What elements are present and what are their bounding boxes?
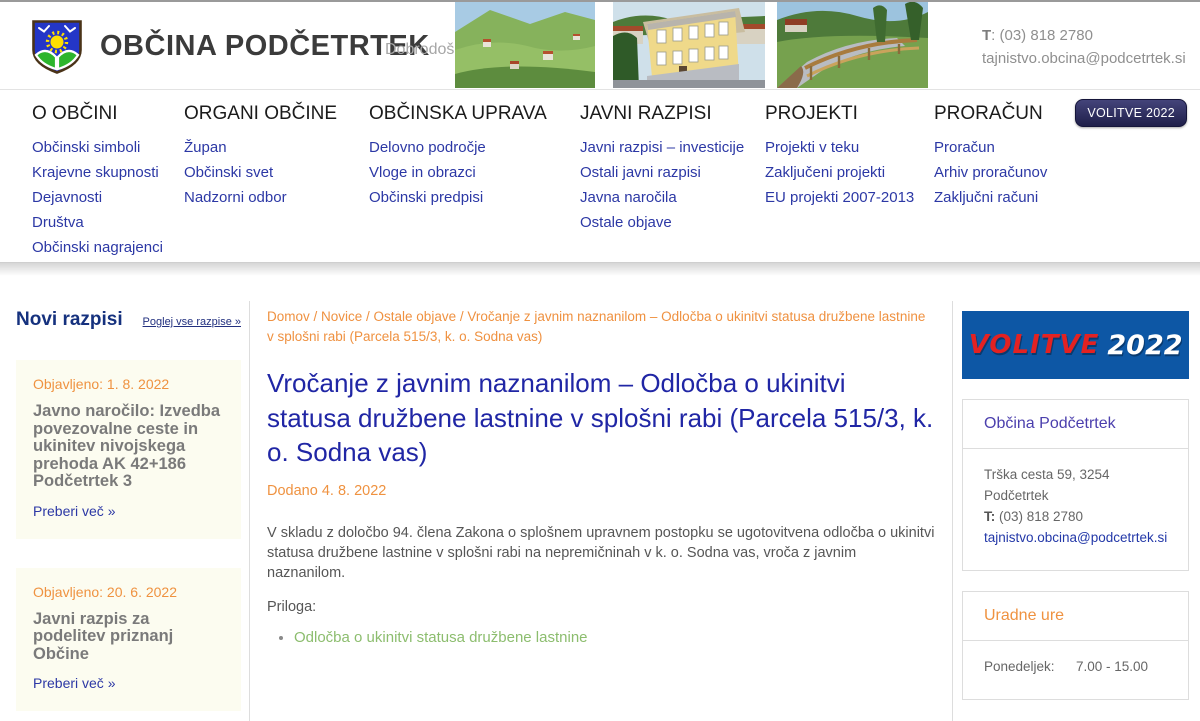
- nav-column-proracun: PRORAČUN Proračun Arhiv proračunov Zaklj…: [934, 101, 1094, 210]
- phone-label: T: [982, 27, 991, 44]
- contact-box-title[interactable]: Občina Podčetrtek: [963, 400, 1188, 449]
- tender-published-date: Objavljeno: 1. 8. 2022: [33, 376, 224, 392]
- attachment-list: Odločba o ukinitvi statusa družbene last…: [267, 629, 935, 646]
- article-body: V skladu z določbo 94. člena Zakona o sp…: [267, 523, 935, 583]
- nav-heading-projekti[interactable]: PROJEKTI: [765, 103, 934, 125]
- nav-link-zakljuceni-projekti[interactable]: Zaključeni projekti: [765, 160, 934, 185]
- nav-link-arhiv-proracunov[interactable]: Arhiv proračunov: [934, 160, 1094, 185]
- welcome-text: Dobrodošli: [385, 41, 455, 59]
- municipality-email-link[interactable]: tajnistvo.obcina@podcetrtek.si: [984, 527, 1167, 548]
- nav-heading-o-obcini[interactable]: O OBČINI: [32, 103, 184, 125]
- nav-link-nadzorni-odbor[interactable]: Nadzorni odbor: [184, 185, 369, 210]
- office-hours-time: 7.00 - 15.00: [1076, 656, 1148, 677]
- header-photo-municipal-building: [613, 2, 765, 88]
- nav-link-projekti-v-teku[interactable]: Projekti v teku: [765, 135, 934, 160]
- municipality-address: Trška cesta 59, 3254 Podčetrtek: [984, 464, 1167, 506]
- view-all-tenders-link[interactable]: Poglej vse razpise »: [143, 316, 241, 328]
- nav-link-proracun[interactable]: Proračun: [934, 135, 1094, 160]
- nav-link-obcinski-simboli[interactable]: Občinski simboli: [32, 135, 184, 160]
- office-hours-title: Uradne ure: [963, 592, 1188, 641]
- volitve-2022-banner[interactable]: VOLITVE 2022: [962, 311, 1189, 379]
- nav-column-organi-obcine: ORGANI OBČINE Župan Občinski svet Nadzor…: [184, 101, 369, 210]
- breadcrumb[interactable]: Domov / Novice / Ostale objave / Vročanj…: [267, 307, 935, 347]
- tender-title: Javno naročilo: Izvedba povezovalne cest…: [33, 403, 224, 491]
- banner-word: VOLITVE: [969, 330, 1100, 360]
- main-article-column: Domov / Novice / Ostale objave / Vročanj…: [249, 301, 953, 721]
- nav-link-krajevne-skupnosti[interactable]: Krajevne skupnosti: [32, 160, 184, 185]
- tender-published-date: Objavljeno: 20. 6. 2022: [33, 584, 224, 600]
- sidebar-header: Novi razpisi Poglej vse razpise »: [16, 309, 241, 331]
- contact-box-body: Trška cesta 59, 3254 Podčetrtek T: (03) …: [963, 449, 1188, 570]
- nav-link-delovno-podrocje[interactable]: Delovno področje: [369, 135, 580, 160]
- header-photo-hills: [455, 2, 595, 88]
- tender-card[interactable]: Objavljeno: 1. 8. 2022 Javno naročilo: I…: [16, 360, 241, 539]
- nav-heading-proracun[interactable]: PRORAČUN: [934, 103, 1094, 125]
- tender-card[interactable]: Objavljeno: 20. 6. 2022 Javni razpis za …: [16, 568, 241, 712]
- office-hours-row: Ponedeljek: 7.00 - 15.00: [984, 656, 1167, 677]
- nav-column-javni-razpisi: JAVNI RAZPISI Javni razpisi – investicij…: [580, 101, 765, 235]
- municipality-contact-box: Občina Podčetrtek Trška cesta 59, 3254 P…: [962, 399, 1189, 571]
- nav-link-javni-razpisi-investicije[interactable]: Javni razpisi – investicije: [580, 135, 765, 160]
- office-hours-day: Ponedeljek:: [984, 656, 1076, 677]
- nav-link-obcinski-svet[interactable]: Občinski svet: [184, 160, 369, 185]
- municipality-phone: T: (03) 818 2780: [984, 506, 1167, 527]
- nav-heading-javni-razpisi[interactable]: JAVNI RAZPISI: [580, 103, 765, 125]
- header-email-link[interactable]: tajnistvo.obcina@podcetrtek.si: [982, 47, 1186, 70]
- main-navigation: O OBČINI Občinski simboli Krajevne skupn…: [0, 89, 1200, 263]
- nav-shadow-divider: [0, 263, 1200, 276]
- nav-link-ostale-objave[interactable]: Ostale objave: [580, 210, 765, 235]
- site-title[interactable]: OBČINA PODČETRTEK: [100, 30, 430, 63]
- attachment-link[interactable]: Odločba o ukinitvi statusa družbene last…: [294, 629, 588, 646]
- attachment-label: Priloga:: [267, 599, 935, 615]
- sidebar-right: VOLITVE 2022 Občina Podčetrtek Trška ces…: [962, 301, 1189, 721]
- nav-column-obcinska-uprava: OBČINSKA UPRAVA Delovno področje Vloge i…: [369, 101, 580, 210]
- nav-link-zupan[interactable]: Župan: [184, 135, 369, 160]
- nav-link-obcinski-nagrajenci[interactable]: Občinski nagrajenci: [32, 235, 184, 260]
- office-hours-box: Uradne ure Ponedeljek: 7.00 - 15.00: [962, 591, 1189, 700]
- nav-link-zakljucni-racuni[interactable]: Zaključni računi: [934, 185, 1094, 210]
- nav-link-ostali-javni-razpisi[interactable]: Ostali javni razpisi: [580, 160, 765, 185]
- content-area: Novi razpisi Poglej vse razpise » Objavl…: [0, 276, 1200, 721]
- header-phone: T: (03) 818 2780: [982, 24, 1186, 47]
- nav-column-projekti: PROJEKTI Projekti v teku Zaključeni proj…: [765, 101, 934, 210]
- header-contact: T: (03) 818 2780 tajnistvo.obcina@podcet…: [982, 24, 1186, 70]
- nav-link-eu-projekti[interactable]: EU projekti 2007-2013: [765, 185, 934, 210]
- nav-link-drustva[interactable]: Društva: [32, 210, 184, 235]
- nav-link-obcinski-predpisi[interactable]: Občinski predpisi: [369, 185, 580, 210]
- municipality-coat-of-arms-logo[interactable]: [31, 19, 83, 75]
- site-header: OBČINA PODČETRTEK Dobrodošli: [0, 2, 1200, 89]
- new-tenders-title: Novi razpisi: [16, 309, 123, 331]
- nav-link-vloge-in-obrazci[interactable]: Vloge in obrazci: [369, 160, 580, 185]
- header-photo-road-railing: [777, 2, 928, 88]
- banner-year: 2022: [1107, 330, 1182, 361]
- read-more-link[interactable]: Preberi več »: [33, 503, 115, 519]
- article-date: Dodano 4. 8. 2022: [267, 483, 935, 499]
- nav-heading-organi-obcine[interactable]: ORGANI OBČINE: [184, 103, 369, 125]
- article-title: Vročanje z javnim naznanilom – Odločba o…: [267, 366, 935, 470]
- sidebar-new-tenders: Novi razpisi Poglej vse razpise » Objavl…: [16, 301, 241, 721]
- nav-link-dejavnosti[interactable]: Dejavnosti: [32, 185, 184, 210]
- nav-link-javna-narocila[interactable]: Javna naročila: [580, 185, 765, 210]
- nav-column-o-obcini: O OBČINI Občinski simboli Krajevne skupn…: [32, 101, 184, 260]
- tender-title: Javni razpis za podelitev priznanj Občin…: [33, 611, 224, 664]
- volitve-2022-button[interactable]: VOLITVE 2022: [1075, 99, 1187, 127]
- read-more-link[interactable]: Preberi več »: [33, 675, 115, 691]
- attachment-list-item: Odločba o ukinitvi statusa družbene last…: [294, 629, 935, 646]
- office-hours-body: Ponedeljek: 7.00 - 15.00: [963, 641, 1188, 699]
- nav-heading-obcinska-uprava[interactable]: OBČINSKA UPRAVA: [369, 103, 580, 125]
